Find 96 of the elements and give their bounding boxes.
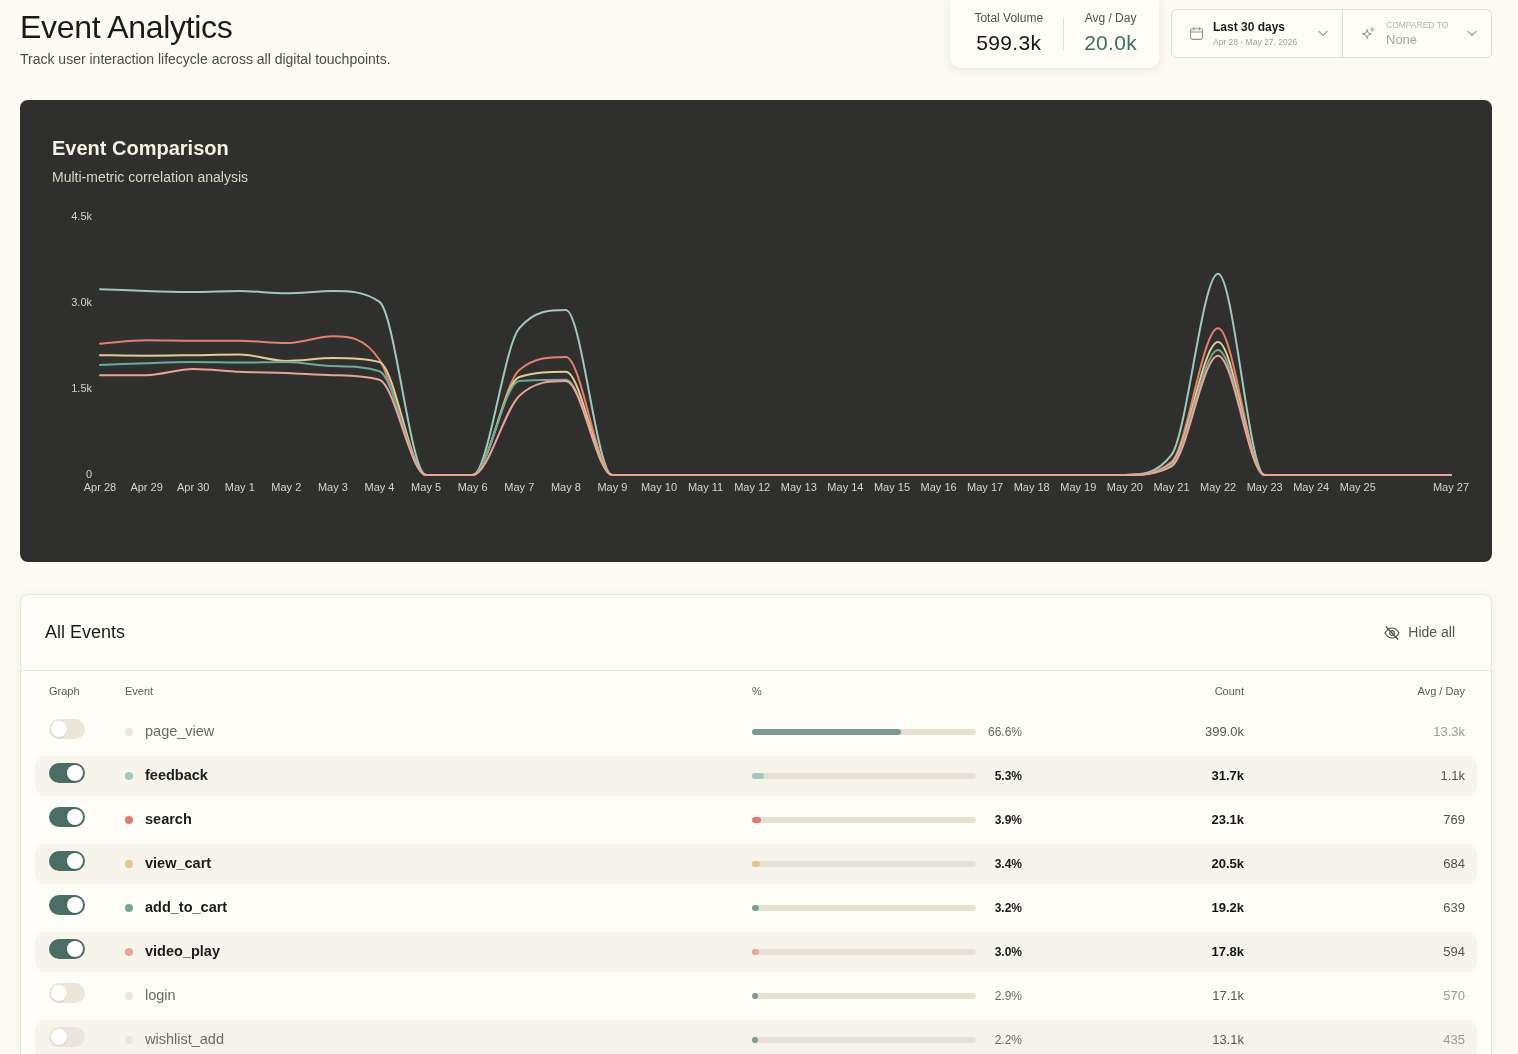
- count-value: 17.8k: [1210, 943, 1244, 962]
- axis-label: May 11: [687, 480, 724, 493]
- chevron-down-icon: [1318, 30, 1328, 37]
- axis-label: May 2: [271, 480, 302, 493]
- column-header: %: [752, 684, 763, 700]
- percent-value: 3.9%: [993, 812, 1022, 829]
- axis-label: 3.0k: [71, 295, 92, 308]
- axis-label: May 19: [1060, 480, 1097, 493]
- avg-value: 435: [1442, 1031, 1465, 1050]
- chart-title: Event Comparison: [52, 136, 230, 160]
- axis-label: 0: [85, 467, 92, 480]
- count-value: 19.2k: [1210, 899, 1244, 918]
- avg-value: 570: [1442, 987, 1465, 1006]
- count-value: 17.1k: [1211, 987, 1244, 1006]
- toggle-switch[interactable]: [49, 806, 85, 827]
- stat-value: 599.3k: [975, 30, 1043, 56]
- axis-label: 4.5k: [71, 209, 92, 222]
- axis-label: Apr 29: [130, 480, 163, 493]
- axis-label: May 16: [920, 480, 957, 493]
- eye-slash-icon: [1384, 625, 1401, 640]
- stat-label: Total Volume: [974, 10, 1044, 26]
- axis-label: May 17: [967, 480, 1004, 493]
- chevron-down-icon: [1467, 30, 1477, 37]
- count-value: 20.5k: [1210, 855, 1244, 874]
- event-name: search: [145, 810, 192, 830]
- count-value: 399.0k: [1203, 723, 1244, 742]
- axis-label: May 18: [1013, 480, 1050, 493]
- axis-label: May 9: [597, 480, 628, 493]
- event-name: video_play: [145, 942, 220, 962]
- axis-label: May 25: [1339, 480, 1376, 493]
- axis-label: Apr 30: [177, 480, 210, 493]
- event-name: wishlist_add: [145, 1030, 224, 1050]
- axis-label: May 27: [1432, 480, 1470, 493]
- percent-value: 3.0%: [993, 944, 1022, 961]
- axis-label: May 10: [640, 480, 678, 493]
- axis-label: May 4: [364, 480, 395, 493]
- toggle-switch[interactable]: [49, 894, 85, 915]
- date-range-button[interactable]: Last 30 days Apr 28 - May 27, 2026: [1172, 10, 1343, 57]
- axis-label: Apr 28: [83, 480, 117, 493]
- event-name: add_to_cart: [145, 898, 228, 918]
- percent-value: 3.4%: [993, 856, 1022, 873]
- percent-value: 3.2%: [993, 900, 1022, 917]
- toggle-switch[interactable]: [49, 762, 85, 783]
- avg-value: 1.1k: [1439, 767, 1465, 786]
- avg-value: 769: [1442, 811, 1465, 830]
- toggle-switch[interactable]: [49, 718, 85, 739]
- axis-label: May 3: [317, 480, 348, 493]
- avg-value: 684: [1442, 855, 1465, 874]
- toggle-switch[interactable]: [49, 1026, 85, 1047]
- status-dot: [125, 728, 133, 736]
- axis-label: May 22: [1200, 480, 1237, 493]
- axis-label: May 23: [1246, 480, 1283, 493]
- count-value: 31.7k: [1210, 767, 1244, 786]
- count-value: 13.1k: [1211, 1031, 1244, 1050]
- hide-all-button[interactable]: Hide all: [1372, 616, 1467, 649]
- toggle-switch[interactable]: [49, 938, 85, 959]
- page-title: Event Analytics: [20, 8, 234, 46]
- stat-label: Avg / Day: [1084, 10, 1137, 26]
- axis-label: May 24: [1293, 480, 1330, 493]
- percent-value: 66.6%: [986, 724, 1022, 741]
- column-header: Avg / Day: [1416, 684, 1465, 700]
- avg-value: 13.3k: [1432, 723, 1465, 742]
- column-header: Count: [1213, 684, 1244, 700]
- event-name: view_cart: [145, 854, 212, 874]
- axis-label: May 21: [1153, 480, 1190, 493]
- avg-value: 594: [1442, 943, 1465, 962]
- toggle-switch[interactable]: [49, 982, 85, 1003]
- avg-value: 639: [1442, 899, 1465, 918]
- page-subtitle: Track user interaction lifecycle across all digital touchpoints.: [20, 50, 391, 68]
- event-name: page_view: [145, 722, 215, 742]
- percent-value: 2.2%: [993, 1032, 1022, 1049]
- axis-label: May 6: [457, 480, 488, 493]
- axis-label: May 20: [1106, 480, 1143, 493]
- percent-value: 2.9%: [993, 988, 1022, 1005]
- column-header: Graph: [49, 684, 81, 700]
- axis-label: May 5: [411, 480, 442, 493]
- axis-label: May 8: [550, 480, 581, 493]
- axis-label: May 12: [734, 480, 771, 493]
- column-header: Event: [125, 684, 155, 700]
- axis-label: May 13: [780, 480, 817, 493]
- axis-label: May 1: [224, 480, 255, 493]
- count-value: 23.1k: [1210, 811, 1244, 830]
- sparkle-icon: [1361, 26, 1375, 41]
- toggle-switch[interactable]: [49, 850, 85, 871]
- chart-subtitle: Multi-metric correlation analysis: [52, 168, 250, 186]
- axis-label: May 14: [827, 480, 864, 493]
- section-title: All Events: [45, 621, 126, 644]
- axis-label: May 15: [873, 480, 911, 493]
- axis-label: 1.5k: [71, 381, 92, 394]
- stat-value: 20.0k: [1084, 30, 1137, 56]
- axis-label: May 7: [504, 480, 535, 493]
- event-name: login: [145, 986, 176, 1006]
- calendar-icon: [1190, 27, 1203, 40]
- status-dot: [125, 992, 133, 1000]
- percent-value: 5.3%: [993, 768, 1022, 785]
- event-name: feedback: [145, 766, 208, 786]
